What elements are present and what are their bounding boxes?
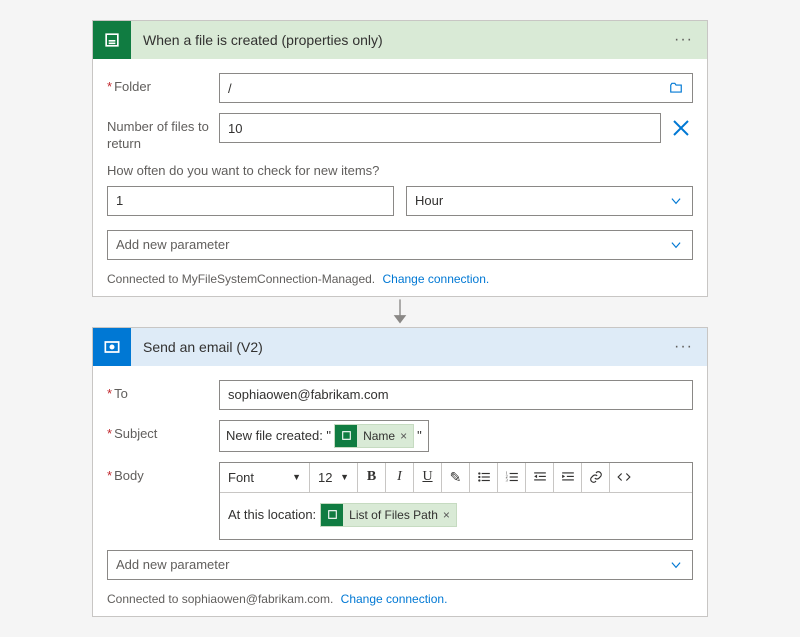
token-list-of-files-path[interactable]: List of Files Path × xyxy=(320,503,457,527)
outlook-icon xyxy=(93,328,131,366)
svg-text:3: 3 xyxy=(505,478,507,483)
trigger-card: When a file is created (properties only)… xyxy=(92,20,708,297)
token-remove-icon[interactable]: × xyxy=(443,508,450,522)
link-button[interactable] xyxy=(582,463,610,492)
file-system-icon xyxy=(335,425,357,447)
numfiles-input[interactable]: 10 xyxy=(219,113,661,143)
numfiles-label: Number of files to return xyxy=(107,113,219,153)
file-system-icon xyxy=(93,21,131,59)
folder-picker-icon[interactable] xyxy=(668,80,684,96)
numfiles-clear-button[interactable] xyxy=(669,113,693,143)
trigger-title: When a file is created (properties only) xyxy=(131,32,670,48)
trigger-connection-status: Connected to MyFileSystemConnection-Mana… xyxy=(107,272,693,286)
interval-input[interactable]: 1 xyxy=(107,186,394,216)
numbered-list-button[interactable]: 123 xyxy=(498,463,526,492)
trigger-header[interactable]: When a file is created (properties only)… xyxy=(93,21,707,59)
underline-button[interactable]: U xyxy=(414,463,442,492)
italic-button[interactable]: I xyxy=(386,463,414,492)
outdent-button[interactable] xyxy=(526,463,554,492)
trigger-add-parameter-select[interactable]: Add new parameter xyxy=(107,230,693,260)
action-menu-button[interactable]: ··· xyxy=(670,334,697,360)
chevron-down-icon xyxy=(668,557,684,573)
trigger-menu-button[interactable]: ··· xyxy=(670,27,697,53)
to-label: *To xyxy=(107,380,219,403)
chevron-down-icon xyxy=(668,237,684,253)
recurrence-question: How often do you want to check for new i… xyxy=(107,163,693,178)
indent-button[interactable] xyxy=(554,463,582,492)
bullet-list-button[interactable] xyxy=(470,463,498,492)
code-view-button[interactable] xyxy=(610,463,638,492)
font-size-select[interactable]: 12▼ xyxy=(310,463,358,492)
action-add-parameter-select[interactable]: Add new parameter xyxy=(107,550,693,580)
frequency-select[interactable]: Hour xyxy=(406,186,693,216)
chevron-down-icon xyxy=(668,193,684,209)
bold-button[interactable]: B xyxy=(358,463,386,492)
font-family-select[interactable]: Font▼ xyxy=(220,463,310,492)
file-system-icon xyxy=(321,504,343,526)
action-title: Send an email (V2) xyxy=(131,339,670,355)
token-remove-icon[interactable]: × xyxy=(400,429,407,443)
body-input[interactable]: At this location: List of Files Path × xyxy=(220,493,692,539)
action-change-connection-link[interactable]: Change connection. xyxy=(341,592,448,606)
text-color-button[interactable]: ✎ xyxy=(442,463,470,492)
folder-label: *Folder xyxy=(107,73,219,96)
to-input[interactable]: sophiaowen@fabrikam.com xyxy=(219,380,693,410)
action-connection-status: Connected to sophiaowen@fabrikam.com. Ch… xyxy=(107,592,693,606)
body-label: *Body xyxy=(107,462,219,485)
folder-input[interactable]: / xyxy=(219,73,693,103)
token-name[interactable]: Name × xyxy=(334,424,414,448)
subject-label: *Subject xyxy=(107,420,219,443)
trigger-change-connection-link[interactable]: Change connection. xyxy=(382,272,489,286)
flow-arrow xyxy=(391,297,409,327)
action-card: Send an email (V2) ··· *To sophiaowen@fa… xyxy=(92,327,708,617)
rich-text-toolbar: Font▼ 12▼ B I U ✎ 123 xyxy=(220,463,692,493)
subject-input[interactable]: New file created: " Name × " xyxy=(219,420,429,452)
action-header[interactable]: Send an email (V2) ··· xyxy=(93,328,707,366)
